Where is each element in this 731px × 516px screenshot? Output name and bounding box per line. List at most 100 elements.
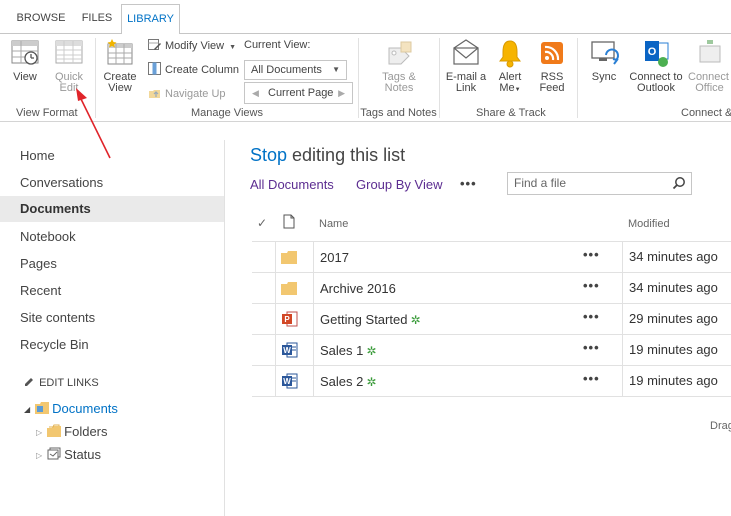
nav-item-conversations[interactable]: Conversations (0, 170, 225, 196)
tree-item-folders[interactable]: ▷ Folders (36, 424, 108, 441)
view-all-documents[interactable]: All Documents (250, 177, 334, 192)
group-divider (358, 38, 359, 118)
row-menu-button[interactable]: ••• (583, 278, 600, 293)
row-type-cell: W (276, 335, 314, 365)
office-icon (694, 38, 726, 68)
nav-item-site-contents[interactable]: Site contents (0, 305, 225, 331)
svg-text:W: W (283, 377, 291, 386)
alert-me-label-2-text: Me (499, 82, 515, 94)
group-divider (95, 38, 96, 118)
tree-item-documents-label: Documents (52, 401, 118, 416)
connect-office-label-2: Office (695, 82, 724, 94)
table-row[interactable]: W Sales 2 ✲ ••• 19 minutes ago (252, 365, 731, 396)
row-type-cell: W (276, 366, 314, 396)
folders-icon (46, 424, 64, 441)
new-item-icon: ✲ (366, 344, 377, 358)
table-row[interactable]: 2017 ••• 34 minutes ago (252, 241, 731, 272)
create-column-button[interactable]: Create Column (148, 62, 239, 77)
tree-item-folders-label: Folders (64, 424, 108, 439)
expand-triangle-icon: ▷ (36, 428, 43, 437)
bell-icon (494, 38, 526, 68)
sync-button[interactable]: Sync (586, 38, 622, 83)
current-view-dropdown[interactable]: All Documents ▼ (244, 60, 347, 80)
row-type-cell (276, 242, 314, 272)
tags-notes-label-2: Notes (384, 82, 414, 94)
svg-text:P: P (284, 315, 290, 324)
nav-item-home[interactable]: Home (0, 143, 225, 169)
row-name[interactable]: 2017 (320, 250, 349, 265)
dropdown-caret-icon: ▼ (332, 65, 340, 74)
sync-icon (588, 38, 620, 68)
table-row[interactable]: P Getting Started ✲ ••• 29 minutes ago (252, 303, 731, 334)
edit-links-button[interactable]: EDIT LINKS (24, 377, 99, 390)
table-row[interactable]: W Sales 1 ✲ ••• 19 minutes ago (252, 334, 731, 365)
tree-item-documents[interactable]: ◢ Documents (24, 401, 118, 418)
email-link-button[interactable]: E-mail a Link (443, 38, 489, 94)
prev-page-icon[interactable]: ◀ (252, 83, 259, 103)
expand-triangle-icon: ▷ (36, 451, 43, 460)
quick-edit-icon (53, 38, 85, 68)
row-checkbox[interactable] (252, 366, 276, 396)
alert-me-button[interactable]: Alert Me▼ (492, 38, 528, 96)
table-row[interactable]: Archive 2016 ••• 34 minutes ago (252, 272, 731, 303)
search-icon[interactable] (672, 176, 686, 197)
view-button[interactable]: View (6, 38, 44, 83)
row-name[interactable]: Sales 1 ✲ (320, 343, 376, 358)
outlook-icon: O (640, 38, 672, 68)
quick-edit-label-2: Edit (59, 82, 79, 94)
group-divider (577, 38, 578, 118)
create-view-button[interactable]: Create View (101, 38, 139, 94)
tab-browse[interactable]: BROWSE (10, 4, 72, 34)
current-view-label: Current View: (244, 39, 311, 51)
row-modified: 34 minutes ago (622, 273, 731, 303)
column-header-name[interactable]: Name (319, 218, 348, 230)
row-menu-button[interactable]: ••• (583, 247, 600, 262)
page-title-rest: editing this list (287, 145, 406, 165)
row-checkbox[interactable] (252, 273, 276, 303)
search-input[interactable]: Find a file (507, 172, 692, 195)
row-checkbox[interactable] (252, 304, 276, 334)
nav-item-pages[interactable]: Pages (0, 251, 225, 277)
row-name[interactable]: Archive 2016 (320, 281, 396, 296)
nav-item-recycle-bin[interactable]: Recycle Bin (0, 332, 225, 358)
select-all-checkmark-icon[interactable]: ✓ (257, 216, 267, 230)
modify-view-button[interactable]: Modify View ▼ (148, 38, 236, 55)
row-name[interactable]: Sales 2 ✲ (320, 374, 376, 389)
row-checkbox[interactable] (252, 335, 276, 365)
chevron-down-icon: ▼ (229, 44, 237, 51)
sync-label: Sync (591, 71, 617, 83)
word-icon: W (282, 373, 298, 392)
row-menu-button[interactable]: ••• (583, 340, 600, 355)
view-group-by-view[interactable]: Group By View (356, 177, 442, 192)
quick-edit-button[interactable]: Quick Edit (50, 38, 88, 94)
nav-item-documents[interactable]: Documents (0, 196, 225, 222)
row-name[interactable]: Getting Started ✲ (320, 312, 421, 327)
navigate-up-button[interactable]: Navigate Up (148, 86, 226, 101)
next-page-icon[interactable]: ▶ (338, 83, 345, 103)
nav-item-recent[interactable]: Recent (0, 278, 225, 304)
row-name-text: Sales 2 (320, 374, 364, 389)
tab-files[interactable]: FILES (74, 4, 120, 34)
column-header-modified[interactable]: Modified (628, 218, 670, 230)
ribbon-tabs: BROWSE FILES LIBRARY (0, 0, 731, 35)
tree-item-status[interactable]: ▷ Status (36, 447, 101, 464)
nav-item-notebook[interactable]: Notebook (0, 224, 225, 250)
library-icon (34, 401, 52, 418)
row-menu-button[interactable]: ••• (583, 371, 600, 386)
alert-me-label-2: Me▼ (492, 83, 528, 96)
tab-library[interactable]: LIBRARY (121, 4, 180, 35)
status-icon (46, 447, 64, 464)
more-views-button[interactable]: ••• (460, 176, 477, 191)
rss-feed-label-2: Feed (539, 82, 565, 94)
word-icon: W (282, 342, 298, 361)
row-name-text: Sales 1 (320, 343, 364, 358)
connect-office-button[interactable]: Connect to Office (688, 38, 731, 94)
connect-outlook-button[interactable]: O Connect to Outlook (628, 38, 684, 94)
rss-feed-button[interactable]: RSS Feed (534, 38, 570, 94)
tags-notes-button[interactable]: Tags & Notes (374, 38, 424, 94)
row-menu-button[interactable]: ••• (583, 309, 600, 324)
powerpoint-icon: P (282, 311, 298, 330)
stop-editing-link[interactable]: Stop (250, 145, 287, 165)
group-label-connect: Connect & (681, 107, 731, 119)
row-checkbox[interactable] (252, 242, 276, 272)
